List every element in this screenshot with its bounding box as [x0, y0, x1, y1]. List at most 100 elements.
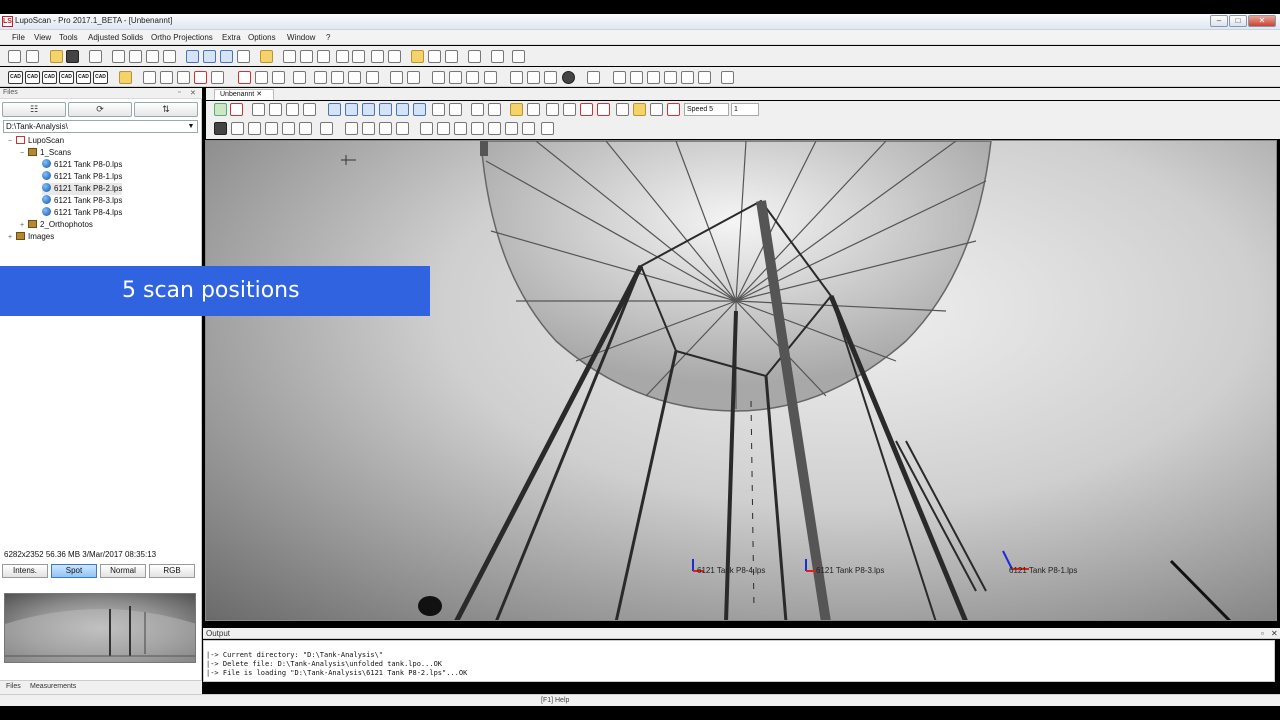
shape-icon[interactable]: [336, 50, 349, 63]
tab-measurements[interactable]: Measurements: [30, 683, 76, 690]
move-arrows-icon[interactable]: [541, 122, 554, 135]
node-icon[interactable]: [505, 122, 518, 135]
tree-scan-item-selected[interactable]: 6121 Tank P8-2.lps: [42, 183, 123, 195]
column-icon[interactable]: [630, 71, 643, 84]
brush-icon[interactable]: [286, 103, 299, 116]
expand-icon[interactable]: +: [8, 232, 16, 244]
eraser-view-icon[interactable]: [616, 103, 629, 116]
monitor-icon[interactable]: [269, 103, 282, 116]
cube-top-icon[interactable]: [396, 103, 409, 116]
help-question-icon[interactable]: [512, 50, 525, 63]
scan-position-label[interactable]: 6121 Tank P8-3.lps: [816, 566, 884, 575]
minimize-button[interactable]: ‒: [1210, 15, 1228, 27]
delete-marker-icon[interactable]: [194, 71, 207, 84]
color-layers-icon[interactable]: [214, 103, 227, 116]
pan-hand-icon[interactable]: [237, 50, 250, 63]
step-icon[interactable]: [248, 122, 261, 135]
line-icon[interactable]: [510, 71, 523, 84]
paste-icon[interactable]: [484, 71, 497, 84]
grid-layout-icon[interactable]: [129, 50, 142, 63]
crosshair-add-icon[interactable]: [527, 103, 540, 116]
print-icon[interactable]: [89, 50, 102, 63]
cad-icon[interactable]: CAD: [42, 71, 57, 84]
step-dropdown[interactable]: 1: [731, 103, 759, 116]
camera-icon[interactable]: [214, 122, 227, 135]
navigate-icon[interactable]: [510, 103, 523, 116]
image-icon[interactable]: [160, 71, 173, 84]
save-icon[interactable]: [66, 50, 79, 63]
table-icon[interactable]: [272, 71, 285, 84]
cube-right-icon[interactable]: [379, 103, 392, 116]
menu-view[interactable]: View: [34, 33, 51, 42]
pin-icon[interactable]: ▫: [1261, 629, 1264, 638]
copy-icon[interactable]: [379, 122, 392, 135]
split-vertical-icon[interactable]: [163, 50, 176, 63]
tab-files[interactable]: Files: [6, 683, 21, 690]
surface-icon[interactable]: [345, 122, 358, 135]
export-icon[interactable]: [587, 71, 600, 84]
plane-icon[interactable]: [527, 71, 540, 84]
cube-bottom-icon[interactable]: [413, 103, 426, 116]
3d-viewport[interactable]: 6121 Tank P8-4.lps 6121 Tank P8-3.lps 61…: [205, 140, 1277, 621]
pin-icon[interactable]: ▫: [178, 89, 180, 96]
scan-position-label[interactable]: 6121 Tank P8-4.lps: [697, 566, 765, 575]
text-b-icon[interactable]: [348, 71, 361, 84]
ruler-vertical-icon[interactable]: [698, 71, 711, 84]
line-tool-icon[interactable]: [352, 50, 365, 63]
close-panel-icon[interactable]: ✕: [1271, 629, 1278, 638]
pencil-icon[interactable]: [362, 122, 375, 135]
photo-icon[interactable]: [303, 103, 316, 116]
settings-gear-icon[interactable]: [491, 50, 504, 63]
cube-front-icon[interactable]: [328, 103, 341, 116]
clip-icon[interactable]: [580, 103, 593, 116]
cad-icon[interactable]: CAD: [76, 71, 91, 84]
clear-icon[interactable]: [388, 50, 401, 63]
tag-icon[interactable]: [466, 71, 479, 84]
link-icon[interactable]: [449, 71, 462, 84]
tree-scan-item[interactable]: 6121 Tank P8-1.lps: [42, 171, 122, 183]
measure-ruler-icon[interactable]: [411, 50, 424, 63]
orbit-icon[interactable]: [432, 103, 445, 116]
perspective-icon[interactable]: [471, 103, 484, 116]
ortho-icon[interactable]: [613, 71, 626, 84]
menu-adjusted-solids[interactable]: Adjusted Solids: [88, 33, 143, 42]
frame-icon[interactable]: [664, 71, 677, 84]
stairs-icon[interactable]: [437, 122, 450, 135]
collapse-icon[interactable]: −: [8, 136, 16, 148]
cube-back-icon[interactable]: [345, 103, 358, 116]
transform-icon[interactable]: [177, 71, 190, 84]
snapshot-icon[interactable]: [468, 50, 481, 63]
zoom-out-icon[interactable]: [220, 50, 233, 63]
edit-icon[interactable]: [407, 71, 420, 84]
scan-thumbnail[interactable]: [4, 593, 196, 663]
open-folder-icon[interactable]: [50, 50, 63, 63]
refresh-icon[interactable]: [26, 50, 39, 63]
cad-icon[interactable]: CAD: [93, 71, 108, 84]
select-box-icon[interactable]: [314, 71, 327, 84]
target-icon[interactable]: [445, 50, 458, 63]
record-icon[interactable]: [282, 122, 295, 135]
draw-icon[interactable]: [317, 50, 330, 63]
window-layout-icon[interactable]: [112, 50, 125, 63]
sphere-icon[interactable]: [562, 71, 575, 84]
box-icon[interactable]: [681, 71, 694, 84]
close-panel-icon[interactable]: ✕: [190, 89, 196, 97]
tree-scan-item[interactable]: 6121 Tank P8-0.lps: [42, 159, 122, 171]
pen-icon[interactable]: [283, 50, 296, 63]
play-icon[interactable]: [231, 122, 244, 135]
polygon-icon[interactable]: [563, 103, 576, 116]
zoom-in-icon[interactable]: [203, 50, 216, 63]
stop-icon[interactable]: [265, 122, 278, 135]
menu-options[interactable]: Options: [248, 33, 276, 42]
tree-root[interactable]: − LupoScan: [8, 135, 64, 147]
select-pointer-icon[interactable]: [260, 50, 273, 63]
menu-window[interactable]: Window: [287, 33, 315, 42]
chevron-down-icon[interactable]: ▼: [186, 121, 196, 132]
tree-scan-item[interactable]: 6121 Tank P8-4.lps: [42, 207, 122, 219]
output-log[interactable]: |-> Current directory: "D:\Tank-Analysis…: [203, 640, 1275, 682]
cad-icon[interactable]: CAD: [25, 71, 40, 84]
menu-extra[interactable]: Extra: [222, 33, 241, 42]
cad-icon[interactable]: CAD: [59, 71, 74, 84]
text-c-icon[interactable]: [366, 71, 379, 84]
menu-tools[interactable]: Tools: [59, 33, 78, 42]
